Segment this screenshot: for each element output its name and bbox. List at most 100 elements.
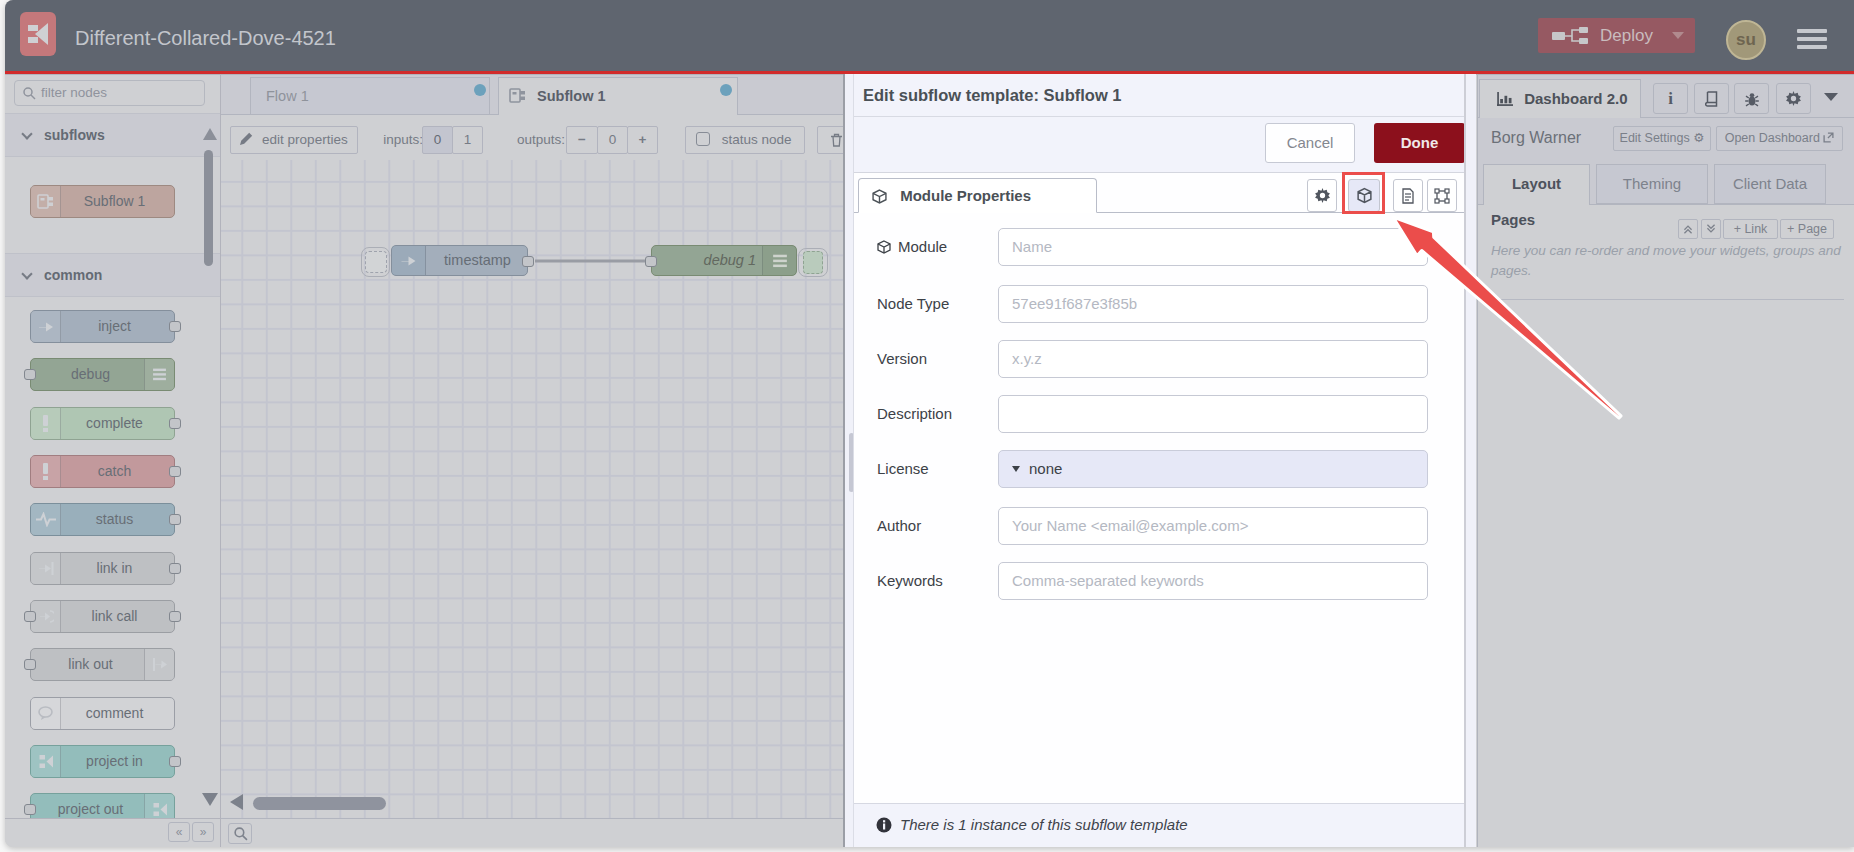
node-output-port[interactable] [522,256,534,267]
tab-theming[interactable]: Theming [1596,164,1708,204]
palette-category-common[interactable]: common [5,253,220,297]
field-label: Author [877,507,921,545]
sidebar-debug-button[interactable] [1734,83,1769,114]
author-input[interactable]: Your Name <email@example.com> [998,507,1428,545]
user-avatar[interactable]: su [1726,20,1766,60]
edit-properties-button[interactable]: edit properties [230,126,358,154]
canvas-scroll-left-icon[interactable] [230,794,243,810]
deploy-button[interactable]: Deploy [1538,18,1695,53]
chevron-down-icon [21,268,32,279]
node-red-logo-icon [20,12,56,56]
palette-node-complete[interactable]: complete [30,407,175,440]
deploy-label: Deploy [1600,26,1653,46]
form-row-license: License none [854,450,1464,488]
link-in-icon [31,553,61,584]
edit-settings-button[interactable]: Edit Settings ⚙ [1613,126,1711,151]
module-input[interactable]: Name [998,228,1428,266]
outputs-count[interactable]: 0 [597,126,628,154]
outputs-increase-button[interactable]: + [627,126,658,154]
tab-flow-1[interactable]: Flow 1 [250,77,490,115]
main-menu-button[interactable] [1797,29,1827,51]
dialog-scroll-track [1466,74,1477,847]
palette-scrollbar[interactable] [204,150,213,266]
tab-description-button[interactable] [1393,179,1423,212]
deploy-caret-icon[interactable] [1672,32,1684,39]
license-select[interactable]: none [998,450,1428,488]
done-button[interactable]: Done [1374,123,1465,163]
tab-subflow-1[interactable]: Subflow 1 [498,77,738,116]
node-port [169,418,181,429]
inputs-option-0[interactable]: 0 [422,126,453,154]
expand-all-button[interactable] [1701,219,1721,239]
node-port [24,369,36,380]
sidebar-docs-button[interactable] [1694,83,1729,114]
node-port [24,659,36,670]
node-debug-1[interactable]: debug 1 [651,245,797,276]
palette-node-Subflow-1[interactable]: Subflow 1 [30,185,175,218]
flow-tab-strip: Flow 1 Subflow 1 [221,75,843,115]
node-timestamp[interactable]: timestamp [391,245,528,276]
node-port [24,804,36,815]
palette-node-inject[interactable]: inject [30,310,175,343]
palette-node-project-in[interactable]: project in [30,745,175,778]
cancel-button[interactable]: Cancel [1265,123,1355,163]
project-name: Borg Warner [1491,118,1581,158]
version-input[interactable]: x.y.z [998,340,1428,378]
subflow-output-stub[interactable] [803,251,823,274]
palette-node-comment[interactable]: comment [30,697,175,730]
gear-icon: ⚙ [1693,131,1704,145]
tab-properties-button[interactable] [1307,179,1337,212]
catch-icon [31,456,61,487]
sidebar-expand-caret-icon[interactable] [1824,93,1838,101]
sidebar-info-button[interactable]: i [1653,83,1688,114]
collapse-all-button[interactable] [1678,219,1698,239]
palette-scroll-up-icon[interactable] [203,128,217,140]
palette-filter-input[interactable]: filter nodes [14,80,205,106]
subflow-toolbar: edit properties inputs: 0 1 outputs: − 0… [221,115,843,160]
add-page-button[interactable]: + Page [1780,219,1834,239]
tab-dashboard-2[interactable]: Dashboard 2.0 [1479,79,1641,118]
palette-node-status[interactable]: status [30,503,175,536]
flow-canvas[interactable]: timestamp debug 1 [221,160,843,818]
node-type-input[interactable]: 57ee91f687e3f85b [998,285,1428,323]
canvas-search-button[interactable] [228,823,252,844]
palette-node-link-call[interactable]: link call [30,600,175,633]
outputs-decrease-button[interactable]: − [566,126,598,154]
annotation-highlight-box [1342,172,1385,214]
debug-icon [144,359,174,390]
sidebar-settings-button[interactable] [1776,83,1811,114]
palette-node-debug[interactable]: debug [30,358,175,391]
palette-collapse-categories-button[interactable]: « [168,822,190,842]
node-port [169,321,181,332]
tab-client-data[interactable]: Client Data [1714,164,1826,204]
keywords-input[interactable]: Comma-separated keywords [998,562,1428,600]
node-port [24,611,36,622]
link-out-icon [144,649,174,680]
app-window: Different-Collared-Dove-4521 Deploy su f… [5,0,1854,847]
palette-category-subflows[interactable]: subflows [5,113,220,157]
field-label: Version [877,340,927,378]
tab-appearance-button[interactable] [1427,179,1457,212]
pages-help-text: Here you can re-order and move your widg… [1491,241,1854,281]
palette-node-link-in[interactable]: link in [30,552,175,585]
subflow-input-stub[interactable] [365,251,387,273]
node-label: timestamp [426,246,529,275]
node-input-port[interactable] [645,256,657,267]
field-label: License [877,450,929,488]
palette-node-catch[interactable]: catch [30,455,175,488]
palette-scroll-down-icon[interactable] [202,793,218,806]
open-dashboard-button[interactable]: Open Dashboard [1716,126,1843,151]
form-row-node-type: Node Type57ee91f687e3f85b [854,285,1464,323]
inject-icon [392,246,426,275]
description-input[interactable] [998,395,1428,433]
status-node-toggle[interactable]: status node [685,126,805,154]
tab-module-properties[interactable]: Module Properties [858,178,1097,213]
palette-expand-categories-button[interactable]: » [192,822,214,842]
canvas-horizontal-scrollbar[interactable] [253,797,386,810]
tab-layout[interactable]: Layout [1483,164,1590,205]
node-port [169,466,181,477]
status-node-checkbox[interactable] [696,132,710,146]
palette-node-link-out[interactable]: link out [30,648,175,681]
add-link-button[interactable]: + Link [1723,219,1778,239]
inputs-option-1[interactable]: 1 [452,126,483,154]
